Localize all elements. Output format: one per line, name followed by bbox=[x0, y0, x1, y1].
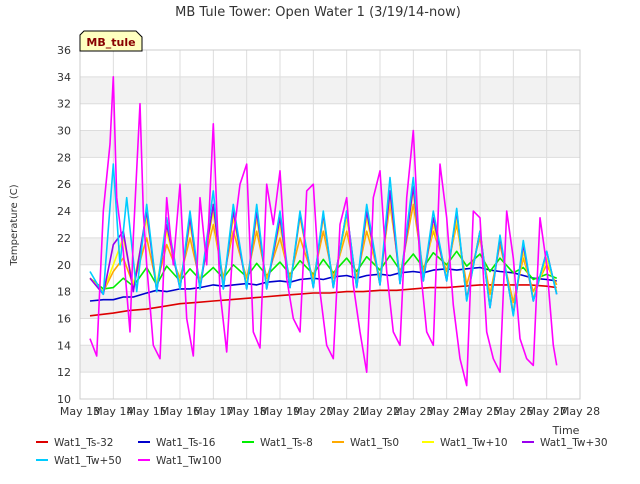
y-tick-label: 28 bbox=[57, 151, 71, 164]
grid-band bbox=[80, 76, 580, 104]
y-tick-label: 36 bbox=[57, 44, 71, 57]
badge-label: MB_tule bbox=[86, 36, 135, 49]
legend-label: Wat1_Ts-16 bbox=[156, 437, 216, 449]
legend-label: Wat1_Tw+10 bbox=[440, 437, 508, 449]
y-tick-label: 24 bbox=[57, 205, 71, 218]
y-axis-label: Temperature (C) bbox=[9, 184, 20, 266]
legend-label: Wat1_Ts-32 bbox=[54, 437, 114, 449]
y-tick-label: 34 bbox=[57, 71, 71, 84]
legend-label: Wat1_Ts-8 bbox=[260, 437, 313, 449]
legend-label: Wat1_Tw+30 bbox=[540, 437, 608, 449]
legend-label: Wat1_Tw+50 bbox=[54, 455, 122, 467]
chart-title: MB Tule Tower: Open Water 1 (3/19/14-now… bbox=[175, 5, 461, 20]
station-badge: MB_tule bbox=[79, 30, 143, 52]
legend-label: Wat1_Ts0 bbox=[350, 437, 399, 449]
x-axis-label: Time bbox=[552, 424, 580, 437]
grid-band bbox=[80, 130, 580, 158]
y-tick-label: 16 bbox=[57, 312, 71, 325]
y-tick-label: 18 bbox=[57, 286, 71, 299]
y-tick-label: 12 bbox=[57, 366, 71, 379]
x-tick-labels: May 13May 14May 15May 16May 17May 18May … bbox=[60, 405, 600, 418]
y-tick-label: 22 bbox=[57, 232, 71, 245]
y-tick-label: 26 bbox=[57, 178, 71, 191]
grid-band bbox=[80, 291, 580, 319]
x-tick-label: May 28 bbox=[560, 405, 600, 418]
legend-label: Wat1_Tw100 bbox=[156, 455, 222, 467]
y-tick-label: 20 bbox=[57, 259, 71, 272]
grid-band bbox=[80, 184, 580, 212]
y-tick-label: 14 bbox=[57, 339, 71, 352]
temperature-chart: 1012141618202224262830323436 May 13May 1… bbox=[0, 0, 640, 480]
y-tick-label: 30 bbox=[57, 125, 71, 138]
y-tick-label: 32 bbox=[57, 98, 71, 111]
